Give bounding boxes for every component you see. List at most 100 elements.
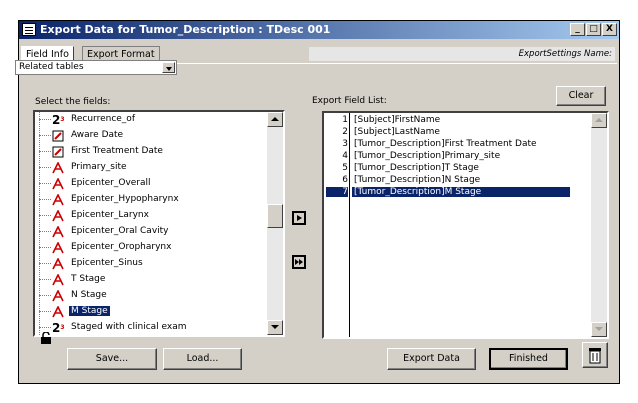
text-icon [52,241,66,254]
export-item[interactable]: 5 [Tumor_Description]T Stage [324,163,572,175]
tree-connector [39,119,51,120]
load-button[interactable]: Load... [163,348,242,370]
double-arrow-right-icon [295,259,303,265]
tree-connector [39,167,51,168]
field-label: Epicenter_Larynx [71,210,149,220]
export-item-number: 7 [326,187,348,197]
export-item-number: 6 [342,175,348,185]
text-icon [52,193,66,206]
field-label: Epicenter_Oropharynx [71,242,172,252]
tree-connector [39,247,51,248]
export-settings-name: ExportSettings Name: [309,47,615,61]
field-label: Epicenter_Overall [71,178,151,188]
export-item[interactable]: 7 [Tumor_Description]M Stage [324,187,572,199]
tree-connector [39,151,51,152]
related-tables-dropdown[interactable]: Related tables [15,60,177,75]
field-label: Recurrence_of [71,114,135,124]
field-item[interactable]: T Stage [35,272,273,288]
trash-button[interactable] [582,342,608,368]
text-icon [52,225,66,238]
text-icon [52,161,66,174]
tree-connector [39,327,51,328]
field-label: Aware Date [71,130,124,140]
numeric-icon: 23 [52,113,65,127]
export-item[interactable]: 3 [Tumor_Description]First Treatment Date [324,139,572,151]
field-label: First Treatment Date [71,146,163,156]
field-item[interactable]: Epicenter_Larynx [35,208,273,224]
scroll-down-button[interactable] [591,322,607,337]
field-item[interactable]: Aware Date [35,128,273,144]
export-item-number: 3 [342,139,348,149]
export-field-list-label: Export Field List: [312,96,387,106]
field-list[interactable]: 23 Recurrence_of Aware Date First Treatment… [33,110,285,337]
date-icon [52,130,66,142]
numeric-icon: 23 [52,321,65,335]
field-label: Primary_site [71,162,127,172]
text-icon [52,273,66,286]
field-label: M Stage [68,305,111,317]
field-label: Epicenter_Hypopharynx [71,194,179,204]
maximize-button[interactable]: □ [586,23,601,36]
scroll-up-button[interactable] [591,113,607,128]
text-icon [52,177,66,190]
lock-icon[interactable] [40,331,52,344]
field-item[interactable]: M Stage [35,304,273,320]
field-label: Staged with clinical exam [71,322,187,332]
field-item[interactable]: 23 Staged with clinical exam [35,320,273,335]
field-item[interactable]: Epicenter_Oropharynx [35,240,273,256]
tree-connector [39,311,51,312]
export-item-number: 4 [342,151,348,161]
window-title: Export Data for Tumor_Description : TDes… [40,23,331,36]
export-item[interactable]: 1 [Subject]FirstName [324,115,572,127]
finished-button[interactable]: Finished [489,348,568,370]
export-item-label: [Tumor_Description]Primary_site [354,151,501,161]
chevron-down-icon[interactable] [162,62,175,73]
field-item[interactable]: Epicenter_Hypopharynx [35,192,273,208]
export-item-label: [Tumor_Description]First Treatment Date [354,139,537,149]
dropdown-value: Related tables [19,62,84,72]
field-item[interactable]: Epicenter_Sinus [35,256,273,272]
title-bar[interactable]: Export Data for Tumor_Description : TDes… [19,21,619,39]
arrow-right-icon [297,215,302,221]
tree-connector [39,231,51,232]
date-icon [52,146,66,158]
export-item-label: [Subject]LastName [354,127,440,137]
text-icon [52,305,66,318]
field-label: Epicenter_Sinus [71,258,143,268]
export-item-number: 1 [342,115,348,125]
save-button[interactable]: Save... [67,348,157,370]
app-icon [22,23,36,36]
tree-connector [39,215,51,216]
clear-button[interactable]: Clear [556,86,606,106]
select-fields-label: Select the fields: [35,97,111,107]
tree-connector [39,135,51,136]
tree-connector [39,295,51,296]
export-item[interactable]: 4 [Tumor_Description]Primary_site [324,151,572,163]
field-item[interactable]: Epicenter_Oral Cavity [35,224,273,240]
export-item[interactable]: 6 [Tumor_Description]N Stage [324,175,572,187]
export-item-label: [Subject]FirstName [354,115,441,125]
tree-connector [39,263,51,264]
trash-icon [589,348,601,364]
export-item-label: [Tumor_Description]N Stage [354,175,481,185]
text-icon [52,257,66,270]
minimize-button[interactable]: _ [570,23,585,36]
tree-connector [39,279,51,280]
tree-connector [39,199,51,200]
field-label: N Stage [71,290,107,300]
field-item[interactable]: Epicenter_Overall [35,176,273,192]
field-item[interactable]: N Stage [35,288,273,304]
export-list-scrollbar[interactable] [591,113,607,337]
field-label: Epicenter_Oral Cavity [71,226,169,236]
tree-connector [39,183,51,184]
close-button[interactable]: X [602,23,617,36]
add-all-fields-button[interactable] [292,255,306,269]
export-data-button[interactable]: Export Data [387,348,476,370]
export-item[interactable]: 2 [Subject]LastName [324,127,572,139]
add-field-button[interactable] [292,211,306,225]
field-item[interactable]: Primary_site [35,160,273,176]
field-item[interactable]: 23 Recurrence_of [35,112,273,128]
export-item-number: 2 [342,127,348,137]
field-item[interactable]: First Treatment Date [35,144,273,160]
export-field-list[interactable]: 1 [Subject]FirstName 2 [Subject]LastName 3 [T… [322,111,609,339]
